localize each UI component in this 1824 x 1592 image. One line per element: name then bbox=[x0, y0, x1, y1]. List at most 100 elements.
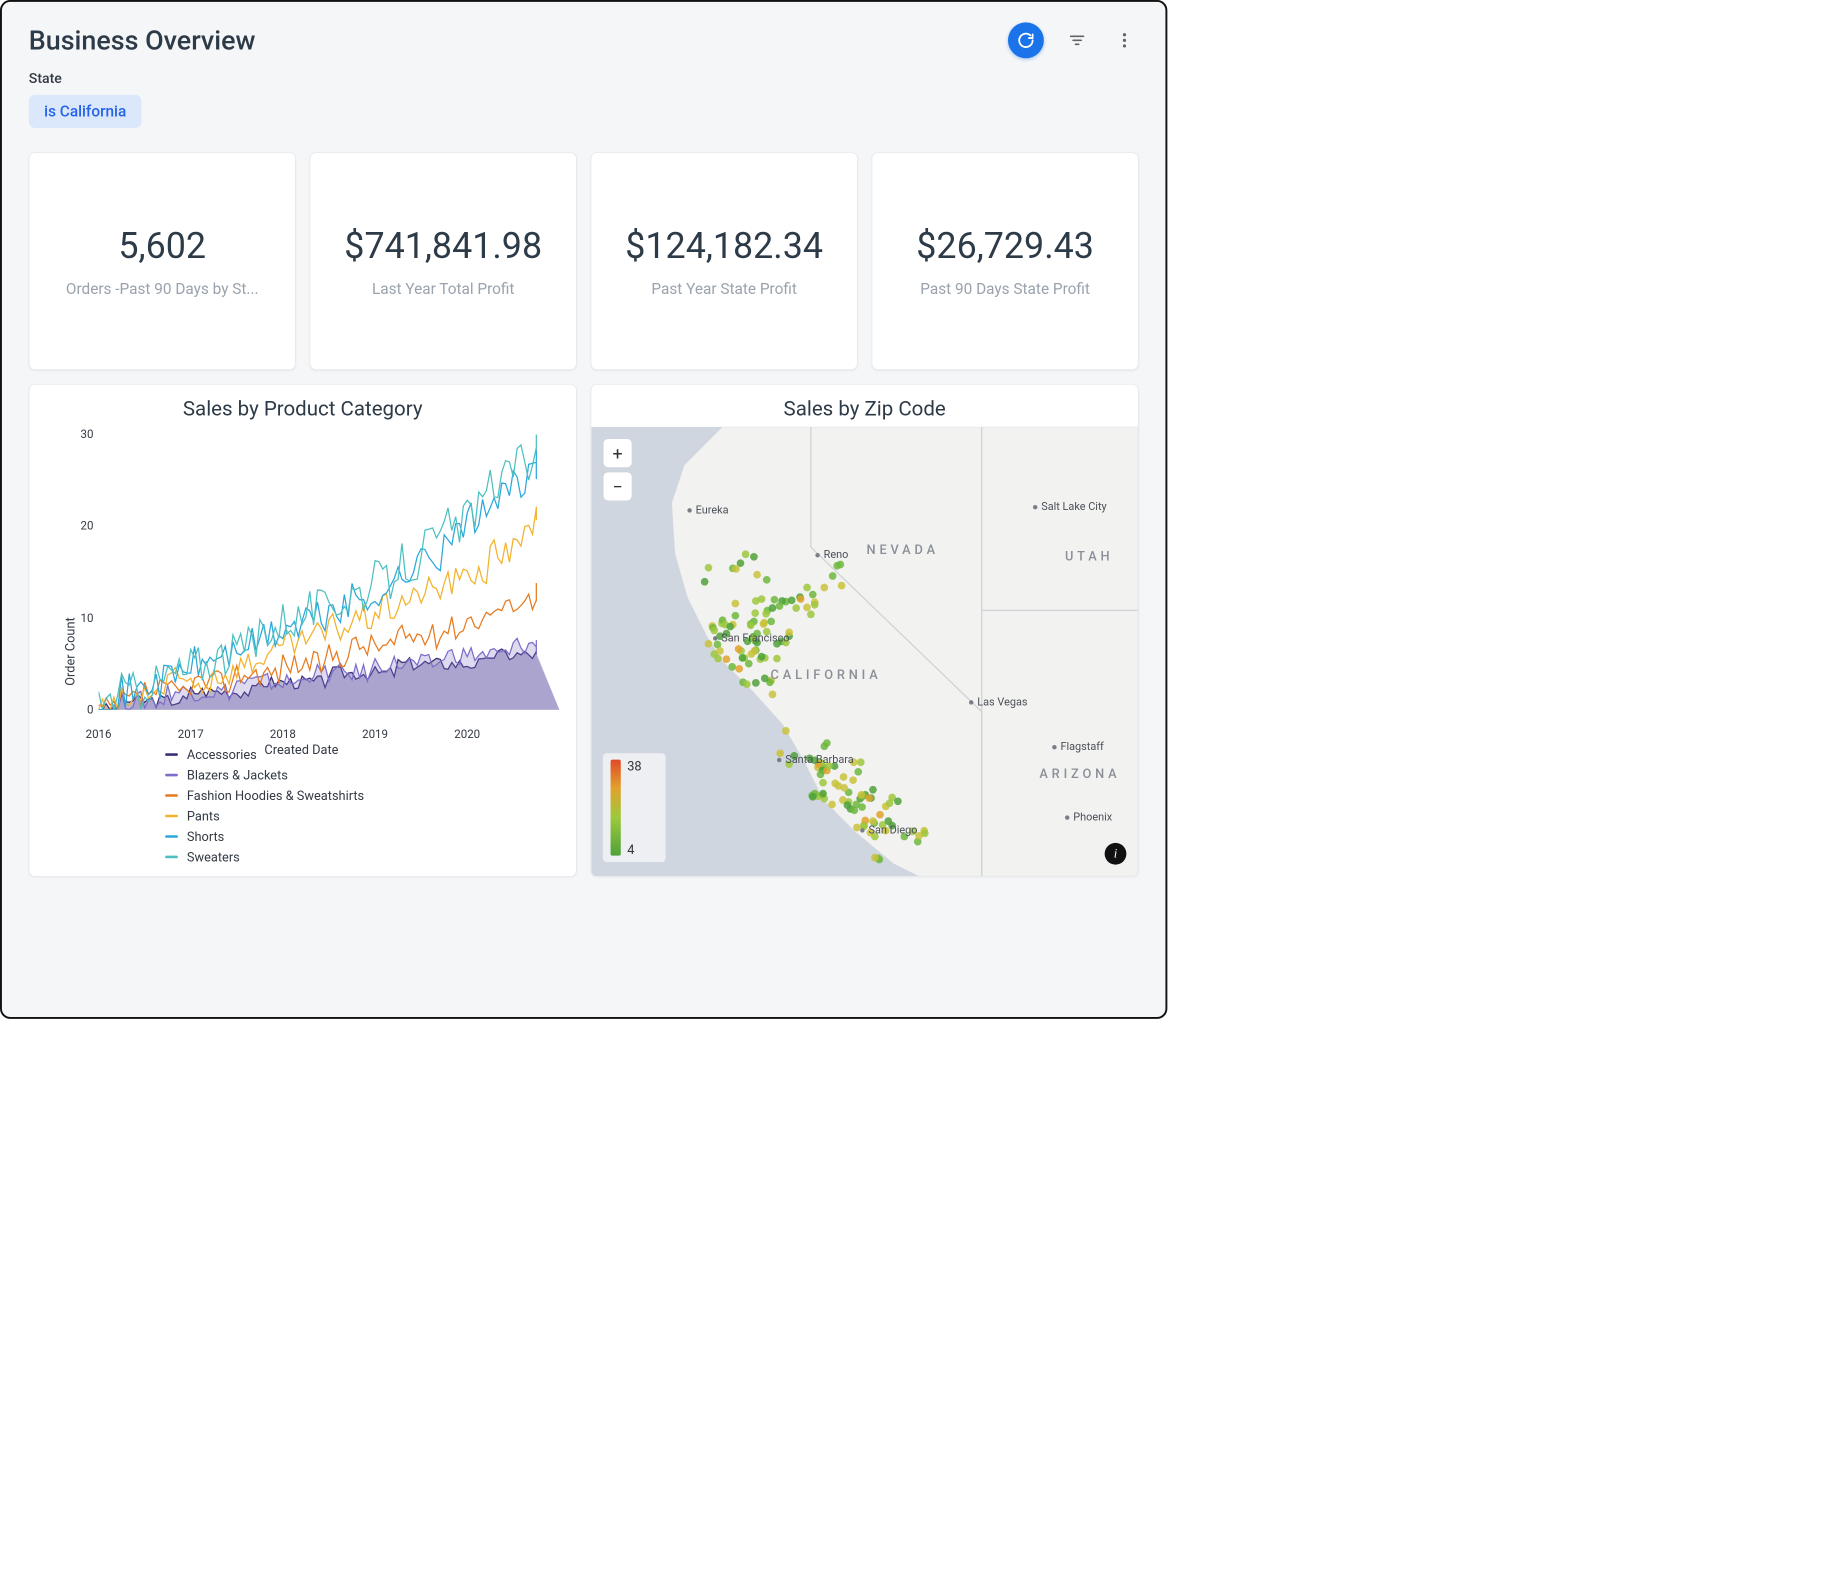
city-label-flagstaff: Flagstaff bbox=[1052, 740, 1104, 753]
legend-swatch bbox=[165, 753, 178, 756]
map-zip-dot bbox=[840, 773, 848, 781]
map-zip-dot bbox=[816, 770, 824, 778]
map-zip-dot bbox=[775, 602, 783, 610]
map-legend: 38 4 bbox=[603, 753, 666, 862]
map-legend-gradient bbox=[611, 760, 621, 856]
map-zip-dot bbox=[743, 680, 751, 688]
map-info-button[interactable]: i bbox=[1105, 843, 1127, 865]
kpi-card-orders[interactable]: 5,602 Orders -Past 90 Days by St... bbox=[29, 152, 296, 370]
map-zip-dot bbox=[723, 655, 731, 663]
plus-icon: + bbox=[613, 443, 623, 464]
map-area[interactable]: + − NEVADA CALIFORNIA UTAH ARIZONA Eurek… bbox=[591, 427, 1138, 876]
kpi-card-total-profit[interactable]: $741,841.98 Last Year Total Profit bbox=[310, 152, 577, 370]
chart-plot-area bbox=[99, 435, 560, 710]
map-zip-dot bbox=[742, 550, 750, 558]
kpi-row: 5,602 Orders -Past 90 Days by St... $741… bbox=[2, 146, 1166, 370]
filter-chip-state[interactable]: is California bbox=[29, 95, 142, 128]
legend-label: Accessories bbox=[187, 747, 364, 762]
legend-label: Shorts bbox=[187, 829, 364, 844]
city-label-vegas: Las Vegas bbox=[969, 696, 1028, 709]
legend-label: Fashion Hoodies & Sweatshirts bbox=[187, 788, 364, 803]
legend-swatch bbox=[165, 835, 178, 838]
legend-swatch bbox=[165, 794, 178, 797]
city-label-reno: Reno bbox=[815, 548, 848, 561]
kpi-value: 5,602 bbox=[118, 225, 206, 267]
map-zip-dot bbox=[758, 652, 766, 660]
map-zip-dot bbox=[767, 617, 775, 625]
map-zip-dot bbox=[748, 650, 756, 658]
x-tick: 2016 bbox=[86, 728, 112, 741]
map-zoom-controls: + − bbox=[603, 438, 632, 501]
x-tick: 2017 bbox=[178, 728, 204, 741]
filter-block: State is California bbox=[2, 67, 1166, 146]
map-zip-dot bbox=[716, 647, 724, 655]
filter-button[interactable] bbox=[1063, 26, 1091, 54]
dashboard-frame: Business Overview State is California 5,… bbox=[0, 0, 1167, 1019]
map-zip-dot bbox=[726, 623, 734, 631]
panels-row: Sales by Product Category Order Count 01… bbox=[2, 370, 1166, 904]
map-zip-dot bbox=[751, 609, 759, 617]
map-zip-dot bbox=[797, 595, 805, 603]
map-zip-dot bbox=[854, 768, 862, 776]
more-button[interactable] bbox=[1110, 26, 1138, 54]
map-zip-dot bbox=[758, 595, 766, 603]
map-panel[interactable]: Sales by Zip Code + − bbox=[591, 384, 1139, 877]
city-label-slc: Salt Lake City bbox=[1033, 500, 1107, 513]
x-tick: 2019 bbox=[362, 728, 388, 741]
map-zip-dot bbox=[704, 564, 712, 572]
chart-panel[interactable]: Sales by Product Category Order Count 01… bbox=[29, 384, 577, 877]
city-label-sb: Santa Barbara bbox=[777, 753, 854, 766]
map-title: Sales by Zip Code bbox=[591, 385, 1138, 427]
city-label-phoenix: Phoenix bbox=[1065, 811, 1112, 824]
map-zip-dot bbox=[809, 591, 817, 599]
city-label-sd: San Diego bbox=[860, 824, 917, 837]
map-zip-dot bbox=[858, 803, 866, 811]
city-label-sf: San Francisco bbox=[713, 632, 790, 645]
chart-legend: AccessoriesBlazers & JacketsFashion Hood… bbox=[165, 747, 364, 865]
map-zip-dot bbox=[745, 660, 753, 668]
kpi-label: Past Year State Profit bbox=[651, 280, 797, 298]
map-zip-dot bbox=[750, 553, 758, 561]
legend-label: Pants bbox=[187, 808, 364, 823]
kpi-label: Orders -Past 90 Days by St... bbox=[66, 280, 259, 298]
legend-swatch bbox=[165, 815, 178, 818]
map-zip-dot bbox=[732, 565, 740, 573]
map-zip-dot bbox=[829, 572, 837, 580]
header-actions bbox=[1008, 22, 1139, 58]
legend-swatch bbox=[165, 774, 178, 777]
state-label-nevada: NEVADA bbox=[867, 542, 939, 557]
kpi-card-state-profit-year[interactable]: $124,182.34 Past Year State Profit bbox=[591, 152, 858, 370]
x-tick: 2018 bbox=[270, 728, 296, 741]
y-tick: 30 bbox=[68, 428, 94, 441]
kpi-label: Past 90 Days State Profit bbox=[920, 280, 1090, 298]
map-zip-dot bbox=[871, 854, 879, 862]
legend-label: Sweaters bbox=[187, 849, 364, 864]
info-icon: i bbox=[1114, 846, 1118, 861]
x-tick: 2020 bbox=[454, 728, 480, 741]
kpi-label: Last Year Total Profit bbox=[372, 280, 515, 298]
map-legend-max: 38 bbox=[627, 758, 641, 773]
map-zip-dot bbox=[762, 610, 770, 618]
map-zoom-in-button[interactable]: + bbox=[603, 438, 632, 467]
map-zip-dot bbox=[876, 811, 884, 819]
state-label-california: CALIFORNIA bbox=[771, 667, 882, 682]
map-zip-dot bbox=[782, 727, 790, 735]
chart-title: Sales by Product Category bbox=[29, 385, 576, 427]
y-tick: 0 bbox=[68, 703, 94, 716]
map-zip-dot bbox=[819, 789, 827, 797]
chart-y-ticks: 0102030 bbox=[68, 435, 94, 710]
map-zip-dot bbox=[921, 829, 929, 837]
state-label-utah: UTAH bbox=[1065, 548, 1114, 563]
map-zip-dot bbox=[705, 640, 713, 648]
refresh-button[interactable] bbox=[1008, 22, 1044, 58]
city-label-eureka: Eureka bbox=[687, 504, 728, 517]
map-zip-dot bbox=[894, 797, 902, 805]
map-zoom-out-button[interactable]: − bbox=[603, 472, 632, 501]
refresh-icon bbox=[1017, 31, 1035, 49]
kpi-value: $741,841.98 bbox=[344, 225, 542, 267]
map-zip-dot bbox=[865, 794, 873, 802]
dashboard-header: Business Overview bbox=[2, 2, 1166, 67]
chart-body: Order Count 0102030 20162017201820192020… bbox=[29, 427, 576, 876]
kpi-value: $26,729.43 bbox=[916, 225, 1094, 267]
kpi-card-state-profit-90d[interactable]: $26,729.43 Past 90 Days State Profit bbox=[872, 152, 1139, 370]
